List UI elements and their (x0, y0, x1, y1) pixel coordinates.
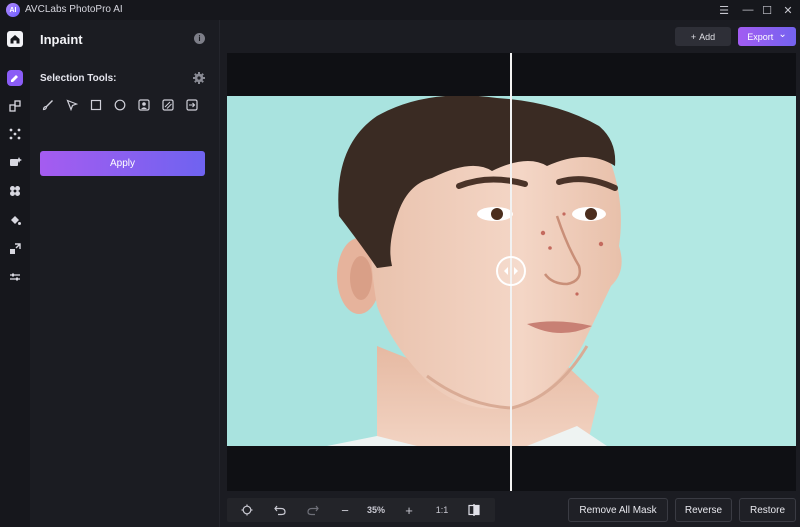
selection-tools-label: Selection Tools: (40, 73, 117, 84)
brush-tool-icon[interactable] (41, 98, 55, 112)
upscale-icon[interactable] (7, 241, 23, 257)
export-button-label: Export (747, 31, 774, 42)
fit-screen-icon[interactable] (239, 502, 255, 518)
redo-icon[interactable] (305, 502, 321, 518)
add-button[interactable]: + Add (675, 27, 731, 46)
close-icon[interactable]: ✕ (778, 2, 798, 18)
lasso-tool-icon[interactable] (65, 98, 79, 112)
feature-rail (0, 20, 30, 527)
portrait-select-icon[interactable] (137, 98, 151, 112)
background-icon[interactable] (7, 183, 23, 199)
app-window: AI AVCLabs PhotoPro AI ☰ — ☐ ✕ Inpaint i… (0, 0, 800, 527)
inpaint-panel: Inpaint i Selection Tools: Apply (30, 20, 220, 527)
denoise-icon[interactable] (7, 126, 23, 142)
chevron-down-icon: ⌄ (778, 28, 787, 40)
app-logo-icon: AI (6, 3, 20, 17)
maximize-icon[interactable]: ☐ (757, 2, 777, 18)
actual-size-button[interactable]: 1:1 (431, 502, 453, 518)
compare-slider-handle[interactable] (496, 256, 526, 286)
minimize-icon[interactable]: — (738, 2, 758, 18)
remove-all-mask-button[interactable]: Remove All Mask (568, 498, 668, 522)
gear-icon[interactable] (192, 71, 206, 85)
zoom-in-icon[interactable]: + (401, 502, 417, 518)
compare-view-icon[interactable] (465, 502, 483, 518)
inpaint-icon[interactable] (7, 70, 23, 86)
panel-title: Inpaint (40, 32, 83, 47)
pattern-select-icon[interactable] (161, 98, 175, 112)
view-toolbar: − 35% + 1:1 (227, 498, 495, 522)
export-button[interactable]: Export ⌄ (738, 27, 796, 46)
adjust-icon[interactable] (7, 269, 23, 285)
undo-icon[interactable] (272, 502, 288, 518)
menu-icon[interactable]: ☰ (714, 2, 734, 18)
face-retouch-icon[interactable] (7, 154, 23, 170)
add-button-label: Add (699, 31, 716, 42)
plus-icon: + (690, 31, 697, 42)
enhance-icon[interactable] (7, 98, 23, 114)
apply-button[interactable]: Apply (40, 151, 205, 176)
title-bar: AI AVCLabs PhotoPro AI ☰ — ☐ ✕ (0, 0, 800, 20)
selection-tools (40, 98, 210, 114)
reverse-button[interactable]: Reverse (675, 498, 732, 522)
info-icon[interactable]: i (194, 33, 205, 44)
app-title: AVCLabs PhotoPro AI (25, 4, 123, 15)
image-canvas[interactable] (227, 53, 796, 491)
restore-button[interactable]: Restore (739, 498, 796, 522)
zoom-level: 35% (366, 505, 385, 515)
rectangle-tool-icon[interactable] (89, 98, 103, 112)
import-mask-icon[interactable] (185, 98, 199, 112)
home-icon[interactable] (7, 31, 23, 47)
ellipse-tool-icon[interactable] (113, 98, 127, 112)
zoom-out-icon[interactable]: − (337, 502, 353, 518)
colorize-icon[interactable] (7, 212, 23, 228)
